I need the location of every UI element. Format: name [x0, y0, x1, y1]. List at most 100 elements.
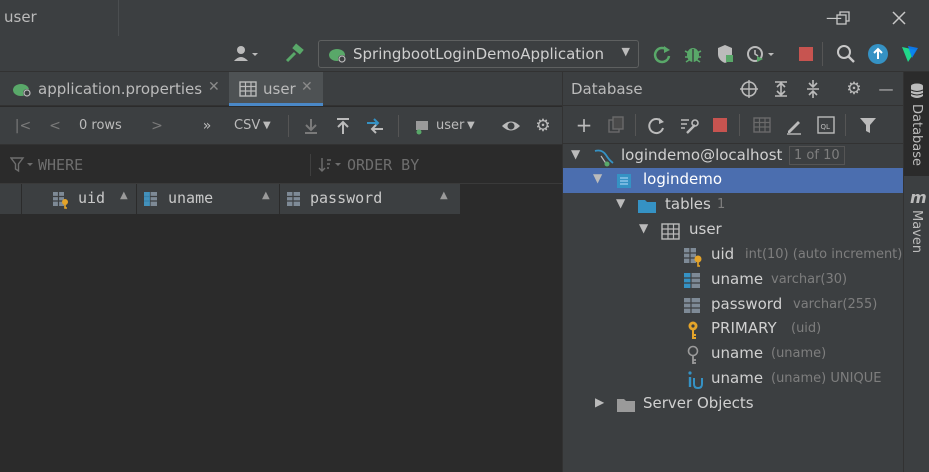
- upload-icon[interactable]: [332, 115, 354, 137]
- view-eye-icon[interactable]: [500, 115, 522, 137]
- settings-gear-icon[interactable]: ⚙: [532, 115, 554, 137]
- where-filter-input[interactable]: WHERE: [38, 156, 83, 174]
- first-page-icon[interactable]: |<: [12, 115, 34, 137]
- tree-node-datasource[interactable]: ▼ logindemo@localhost 1 of 10: [563, 144, 904, 169]
- column-header-uname[interactable]: uname ▲: [137, 184, 280, 214]
- title-bar: user —: [0, 0, 929, 36]
- chevron-down-icon[interactable]: ▼: [571, 147, 580, 161]
- filter-divider: [310, 154, 311, 176]
- query-console-icon[interactable]: QL: [815, 114, 837, 136]
- previous-page-icon[interactable]: <: [44, 115, 66, 137]
- column-name: uname: [168, 189, 214, 207]
- stop-icon[interactable]: [794, 42, 818, 66]
- jetbrains-toolbox-icon[interactable]: [898, 42, 922, 66]
- coverage-icon[interactable]: [713, 42, 737, 66]
- properties-wrench-icon[interactable]: [677, 114, 699, 136]
- tree-node-server-objects[interactable]: ▶ Server Objects: [563, 392, 904, 417]
- database-icon: [910, 82, 924, 104]
- search-icon[interactable]: [834, 42, 858, 66]
- column-header-row: uid ▲ uname ▲ password ▲: [0, 184, 460, 214]
- tree-node-key-uname[interactable]: uname (uname): [563, 342, 904, 367]
- chevron-down-icon[interactable]: ▼: [639, 221, 648, 235]
- tree-node-column-uname[interactable]: uname varchar(30): [563, 268, 904, 293]
- chevron-down-icon[interactable]: ▼: [593, 171, 602, 185]
- key-column-icon: [52, 191, 68, 209]
- add-icon[interactable]: +: [573, 114, 595, 136]
- download-icon[interactable]: [300, 115, 322, 137]
- user-dropdown-icon[interactable]: [232, 42, 258, 66]
- settings-gear-icon[interactable]: ⚙: [843, 78, 865, 100]
- close-tab-icon[interactable]: ✕: [208, 79, 220, 95]
- tree-node-table-user[interactable]: ▼ user: [563, 218, 904, 243]
- sort-arrows-icon[interactable]: ▲: [120, 190, 128, 201]
- export-format-select[interactable]: CSV: [234, 118, 260, 133]
- tree-node-label: uname: [711, 369, 764, 387]
- tree-node-label: tables: [665, 195, 711, 213]
- update-icon[interactable]: [866, 42, 890, 66]
- data-grid-body[interactable]: [0, 214, 562, 472]
- session-icon: [412, 115, 434, 137]
- compare-icon[interactable]: [364, 115, 386, 137]
- chevron-down-icon[interactable]: ▼: [616, 196, 625, 210]
- tree-node-label: uid: [711, 245, 735, 263]
- tab-application-properties[interactable]: application.properties ✕: [0, 72, 228, 106]
- right-tool-window-bar: Database m Maven: [903, 72, 929, 472]
- folder-icon: [616, 396, 636, 418]
- column-header-password[interactable]: password ▲: [280, 184, 460, 214]
- index-columns: (uname) UNIQUE: [771, 371, 882, 386]
- toolbar-divider: [635, 114, 636, 136]
- hide-panel-icon[interactable]: —: [875, 78, 897, 100]
- toolbar-divider: [398, 115, 399, 137]
- tree-node-schema[interactable]: ▼ logindemo: [563, 168, 904, 193]
- tree-node-label: Server Objects: [643, 394, 754, 412]
- tool-tab-database[interactable]: Database: [904, 72, 929, 176]
- filter-icon[interactable]: [857, 114, 879, 136]
- column-type: int(10) (auto increment): [745, 247, 903, 262]
- debug-bug-icon[interactable]: [681, 42, 705, 66]
- tree-node-label: logindemo: [643, 170, 723, 188]
- collapse-all-icon[interactable]: [802, 78, 824, 100]
- table-editor-icon[interactable]: [751, 114, 773, 136]
- chevron-right-icon[interactable]: ▶: [595, 395, 604, 409]
- database-toolbar: + QL: [563, 106, 904, 144]
- tree-node-label: user: [689, 220, 722, 238]
- row-count-select[interactable]: 0 rows: [79, 118, 122, 133]
- key-columns: (uname): [771, 346, 827, 361]
- tree-node-column-password[interactable]: password varchar(255): [563, 293, 904, 318]
- tab-user[interactable]: user ✕: [229, 72, 323, 106]
- column-icon: [286, 191, 302, 207]
- tool-tab-maven[interactable]: m Maven: [904, 186, 929, 276]
- column-header-uid[interactable]: uid ▲: [22, 184, 137, 214]
- key-columns: (uid): [791, 321, 822, 336]
- edit-pencil-icon[interactable]: [783, 114, 805, 136]
- tab-label: user: [263, 80, 296, 98]
- toolbar-divider: [288, 115, 289, 137]
- next-page-icon[interactable]: >: [146, 115, 168, 137]
- last-page-icon[interactable]: »: [196, 115, 218, 137]
- table-count: 1: [717, 197, 726, 212]
- schema-count-badge[interactable]: 1 of 10: [789, 146, 845, 165]
- tree-node-tables[interactable]: ▼ tables 1: [563, 193, 904, 218]
- close-tab-icon[interactable]: ✕: [301, 79, 313, 95]
- sort-icon: [318, 157, 344, 177]
- tree-node-column-uid[interactable]: uid int(10) (auto increment): [563, 243, 904, 268]
- crosshair-icon[interactable]: [738, 78, 760, 100]
- duplicate-icon[interactable]: [605, 114, 627, 136]
- order-by-input[interactable]: ORDER BY: [347, 156, 419, 174]
- run-configuration-select[interactable]: SpringbootLoginDemoApplication ▼: [318, 40, 639, 68]
- rerun-icon[interactable]: [650, 42, 674, 66]
- sort-arrows-icon[interactable]: ▲: [262, 190, 270, 201]
- close-window-icon[interactable]: [887, 6, 911, 30]
- build-hammer-icon[interactable]: [282, 42, 306, 66]
- profiler-icon[interactable]: [744, 42, 774, 66]
- session-select[interactable]: user: [436, 118, 464, 133]
- filter-icon: [9, 157, 36, 177]
- expand-all-icon[interactable]: [770, 78, 792, 100]
- restore-icon[interactable]: [830, 6, 854, 30]
- sort-arrows-icon[interactable]: ▲: [440, 190, 448, 201]
- tree-node-primary-key[interactable]: PRIMARY (uid): [563, 317, 904, 342]
- tree-node-label: uname: [711, 270, 764, 288]
- stop-icon[interactable]: [709, 114, 731, 136]
- tree-node-index-uname[interactable]: uname (uname) UNIQUE: [563, 367, 904, 392]
- refresh-icon[interactable]: [645, 114, 667, 136]
